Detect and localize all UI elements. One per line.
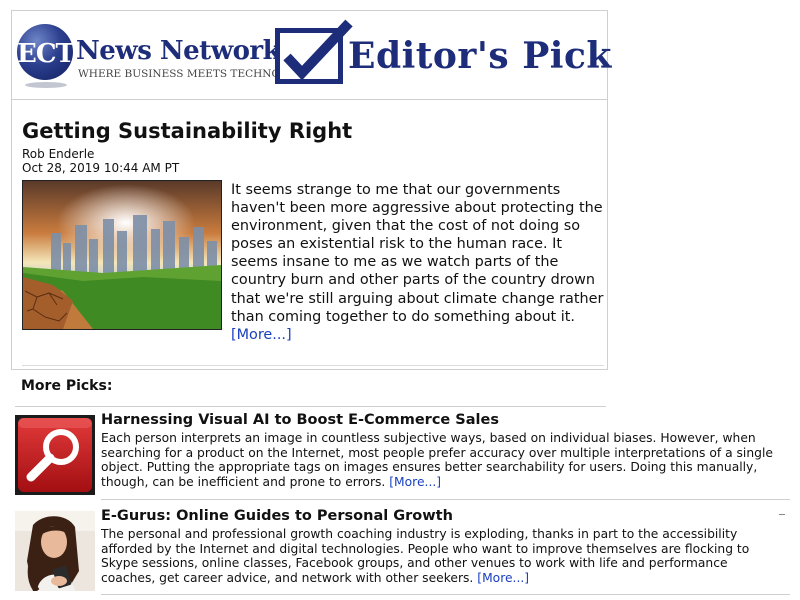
article-title[interactable]: Getting Sustainability Right bbox=[22, 119, 352, 143]
pick-more-link[interactable]: [More...] bbox=[477, 571, 529, 585]
more-picks-heading: More Picks: bbox=[21, 378, 113, 394]
editors-pick-box: ECT News NetworkTM WHERE BUSINESS MEETS … bbox=[11, 10, 611, 370]
city-over-cracked-earth-icon bbox=[23, 181, 221, 329]
divider bbox=[101, 594, 790, 595]
checkmark-icon bbox=[283, 19, 353, 81]
logo-letters: ECT bbox=[17, 39, 75, 69]
article-date: Oct 28, 2019 10:44 AM PT bbox=[22, 161, 180, 175]
section-title: Editor's Pick bbox=[348, 35, 612, 77]
article-author: Rob Enderle bbox=[22, 147, 95, 161]
pick-image[interactable] bbox=[15, 511, 95, 591]
brand-name-text: News Network bbox=[76, 36, 281, 66]
pick-image[interactable] bbox=[15, 415, 95, 495]
pick-title[interactable]: Harnessing Visual AI to Boost E-Commerce… bbox=[101, 412, 499, 428]
divider bbox=[15, 406, 606, 407]
divider bbox=[22, 365, 604, 366]
pick-title[interactable]: E-Gurus: Online Guides to Personal Growt… bbox=[101, 508, 453, 524]
woman-with-phone-icon bbox=[15, 511, 95, 591]
article-body-text: It seems strange to me that our governme… bbox=[231, 182, 604, 325]
pick-more-link[interactable]: [More...] bbox=[389, 475, 441, 489]
divider bbox=[779, 514, 785, 515]
ect-globe-logo[interactable]: ECT bbox=[17, 24, 75, 88]
brand-name[interactable]: News NetworkTM bbox=[76, 36, 296, 66]
pick-summary-text: The personal and professional growth coa… bbox=[101, 527, 750, 585]
pick-summary: The personal and professional growth coa… bbox=[101, 527, 781, 585]
article-image[interactable] bbox=[22, 180, 222, 330]
pick-summary: Each person interprets an image in count… bbox=[101, 431, 781, 489]
magnifier-key-icon bbox=[15, 415, 95, 495]
article-more-link[interactable]: [More...] bbox=[231, 327, 292, 343]
article-body: It seems strange to me that our governme… bbox=[231, 181, 606, 344]
divider bbox=[101, 499, 790, 500]
newsletter-header: ECT News NetworkTM WHERE BUSINESS MEETS … bbox=[12, 11, 611, 100]
